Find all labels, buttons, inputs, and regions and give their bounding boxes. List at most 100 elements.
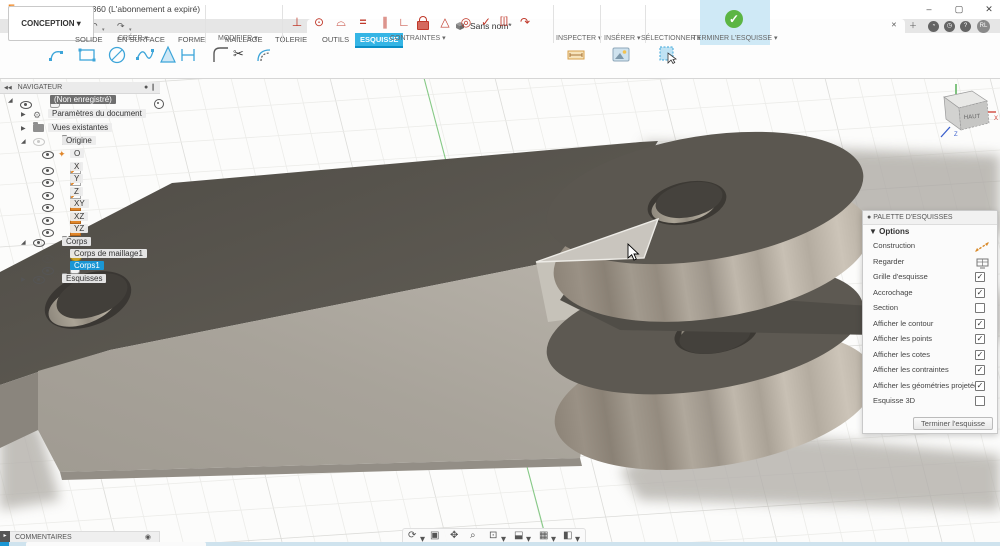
tree-row-sketches-folder[interactable]: ▶ Esquisses bbox=[0, 274, 25, 286]
insert-image-icon[interactable] bbox=[611, 45, 631, 65]
visibility-eye-icon[interactable] bbox=[42, 167, 54, 175]
constraint-equal-icon[interactable]: = bbox=[354, 14, 372, 30]
palette-row-show-projected[interactable]: Afficher les géométries projetées ✓ bbox=[863, 378, 997, 394]
circle-tool-icon[interactable] bbox=[107, 45, 127, 65]
palette-row-show-points[interactable]: Afficher les points ✓ bbox=[863, 331, 997, 347]
group-label-finish[interactable]: TERMINER L'ESQUISSE ▾ bbox=[690, 34, 780, 42]
tree-label[interactable]: X bbox=[70, 162, 83, 171]
orbit-icon[interactable]: ⟳ bbox=[408, 530, 416, 542]
tree-row-axis-y[interactable]: Y bbox=[0, 174, 25, 186]
constraint-perpendicular-icon[interactable]: ∟ bbox=[395, 14, 413, 30]
visibility-eye-icon[interactable] bbox=[42, 255, 54, 263]
tree-row-named-views[interactable]: ▶ Vues existantes bbox=[0, 123, 11, 135]
tree-label[interactable]: Corps de maillage1 bbox=[70, 249, 147, 258]
palette-row-snap[interactable]: Accrochage ✓ bbox=[863, 285, 997, 301]
tree-label[interactable]: XY bbox=[70, 199, 89, 208]
constraint-curvature-icon[interactable]: ↷ bbox=[516, 14, 534, 30]
tree-label[interactable]: O bbox=[70, 149, 84, 158]
tree-label[interactable]: Corps1 bbox=[70, 261, 104, 270]
redo-icon[interactable]: ↷ bbox=[117, 20, 125, 32]
tree-row-axis-x[interactable]: X bbox=[0, 162, 25, 174]
constraint-parallel-icon[interactable]: ∥ bbox=[376, 14, 394, 30]
maximize-button[interactable]: ▢ bbox=[952, 2, 966, 16]
constraint-coincident-icon[interactable]: ⊙ bbox=[310, 14, 328, 30]
help-icon[interactable]: ? bbox=[960, 21, 971, 32]
timeline-marker[interactable] bbox=[0, 542, 9, 546]
visibility-eye-icon[interactable] bbox=[42, 179, 54, 187]
constraint-horizontal-vertical-icon[interactable]: ⊥ bbox=[288, 14, 306, 30]
tree-row-body1-selected[interactable]: Corps1 bbox=[0, 261, 24, 273]
palette-options-section[interactable]: ▼ Options bbox=[863, 225, 997, 238]
spline-tool-icon[interactable] bbox=[135, 45, 155, 65]
tree-row-bodies-folder[interactable]: ◢ Corps bbox=[0, 237, 25, 249]
group-label-inspect[interactable]: INSPECTER ▾ bbox=[556, 34, 602, 42]
constraint-fix-lock-icon[interactable] bbox=[417, 16, 428, 28]
tree-label[interactable]: Z bbox=[70, 187, 83, 196]
visibility-eye-icon[interactable] bbox=[33, 239, 45, 247]
3d-viewport[interactable] bbox=[0, 78, 1000, 546]
group-label-insert[interactable]: INSÉRER ▾ bbox=[604, 34, 641, 42]
fillet-tool-icon[interactable] bbox=[211, 45, 231, 65]
viewcube[interactable]: HAUT X Z bbox=[930, 80, 1000, 142]
tree-row-mesh-body[interactable]: Corps de maillage1 bbox=[0, 249, 26, 261]
palette-row-construction[interactable]: Construction bbox=[863, 238, 997, 254]
checkbox[interactable]: ✓ bbox=[975, 272, 985, 282]
palette-row-show-dimensions[interactable]: Afficher les cotes ✓ bbox=[863, 347, 997, 363]
tree-row-plane-xy[interactable]: XY bbox=[0, 199, 25, 211]
checkbox[interactable]: ✓ bbox=[975, 334, 985, 344]
expand-icon[interactable]: ▶ bbox=[21, 274, 26, 286]
tree-label[interactable]: Origine bbox=[62, 136, 96, 145]
expand-icon[interactable]: ▶ bbox=[21, 109, 26, 121]
group-label-modify[interactable]: MODIFIER ▾ bbox=[218, 34, 258, 42]
visibility-eye-icon[interactable] bbox=[33, 138, 45, 146]
slot-tool-icon[interactable] bbox=[178, 45, 198, 65]
palette-row-look-at[interactable]: Regarder bbox=[863, 254, 997, 270]
tree-label[interactable]: Esquisses bbox=[62, 274, 106, 283]
sketch-line-tool-icon[interactable] bbox=[48, 45, 68, 65]
document-tab-close-icon[interactable]: ✕ bbox=[891, 20, 897, 32]
checkbox[interactable] bbox=[975, 396, 985, 406]
fit-icon[interactable]: ⊡ bbox=[489, 530, 497, 542]
zoom-icon[interactable]: ⌕ bbox=[470, 530, 476, 542]
look-at-icon[interactable] bbox=[976, 258, 989, 269]
tree-row-plane-xz[interactable]: XZ bbox=[0, 212, 25, 224]
tab-outils[interactable]: OUTILS bbox=[322, 33, 349, 46]
expand-icon[interactable]: ◢ bbox=[8, 95, 13, 107]
tree-row-origin-folder[interactable]: ◢ Origine bbox=[0, 136, 25, 148]
close-button[interactable]: ✕ bbox=[982, 2, 996, 16]
constraint-midpoint-icon[interactable]: △ bbox=[436, 14, 454, 30]
look-at-face-icon[interactable]: ▣ bbox=[430, 530, 439, 542]
tree-label[interactable]: (Non enregistré) bbox=[50, 95, 116, 104]
navigator-collapse-icon[interactable]: ◀◀ bbox=[0, 85, 12, 91]
expand-icon[interactable]: ◢ bbox=[21, 237, 26, 249]
palette-row-show-constraints[interactable]: Afficher les contraintes ✓ bbox=[863, 362, 997, 378]
group-label-create[interactable]: CRÉER ▾ bbox=[118, 34, 148, 42]
tree-label[interactable]: Y bbox=[70, 174, 83, 183]
tree-row-plane-yz[interactable]: YZ bbox=[0, 224, 25, 236]
display-settings-icon[interactable]: ⬓ bbox=[514, 530, 523, 542]
palette-row-3d-sketch[interactable]: Esquisse 3D bbox=[863, 393, 997, 409]
new-document-tab-icon[interactable]: ＋ bbox=[909, 20, 917, 32]
select-tool-icon[interactable] bbox=[658, 45, 678, 65]
trim-scissors-icon[interactable]: ✂ bbox=[233, 46, 244, 62]
comments-collapse-tab[interactable]: ▸ bbox=[0, 531, 10, 542]
notifications-icon[interactable]: ◷ bbox=[944, 21, 955, 32]
tree-label[interactable]: Vues existantes bbox=[48, 123, 112, 132]
measure-tool-icon[interactable] bbox=[566, 45, 586, 65]
tree-label[interactable]: Paramètres du document bbox=[48, 109, 146, 118]
checkbox[interactable]: ✓ bbox=[975, 381, 985, 391]
offset-tool-icon[interactable] bbox=[254, 45, 274, 65]
constraint-concentric-icon[interactable]: ◎ bbox=[457, 14, 475, 30]
visibility-eye-icon[interactable] bbox=[42, 229, 54, 237]
grid-settings-icon[interactable]: ▦ bbox=[539, 530, 548, 542]
checkbox[interactable] bbox=[975, 303, 985, 313]
tree-row-axis-z[interactable]: Z bbox=[0, 187, 25, 199]
navigator-header[interactable]: ◀◀ NAVIGATEUR ● ❙ bbox=[0, 82, 160, 94]
tab-tolerie[interactable]: TÔLERIE bbox=[275, 33, 307, 46]
tree-row-root-document[interactable]: ◢ (Non enregistré) bbox=[0, 95, 36, 107]
visibility-eye-icon[interactable] bbox=[42, 267, 54, 275]
palette-row-sketch-grid[interactable]: Grille d'esquisse ✓ bbox=[863, 269, 997, 285]
constraint-symmetry-icon[interactable]: [|] bbox=[495, 14, 513, 30]
minimize-button[interactable]: – bbox=[922, 2, 936, 16]
navigator-options-icon[interactable]: ● ❙ bbox=[144, 82, 160, 93]
